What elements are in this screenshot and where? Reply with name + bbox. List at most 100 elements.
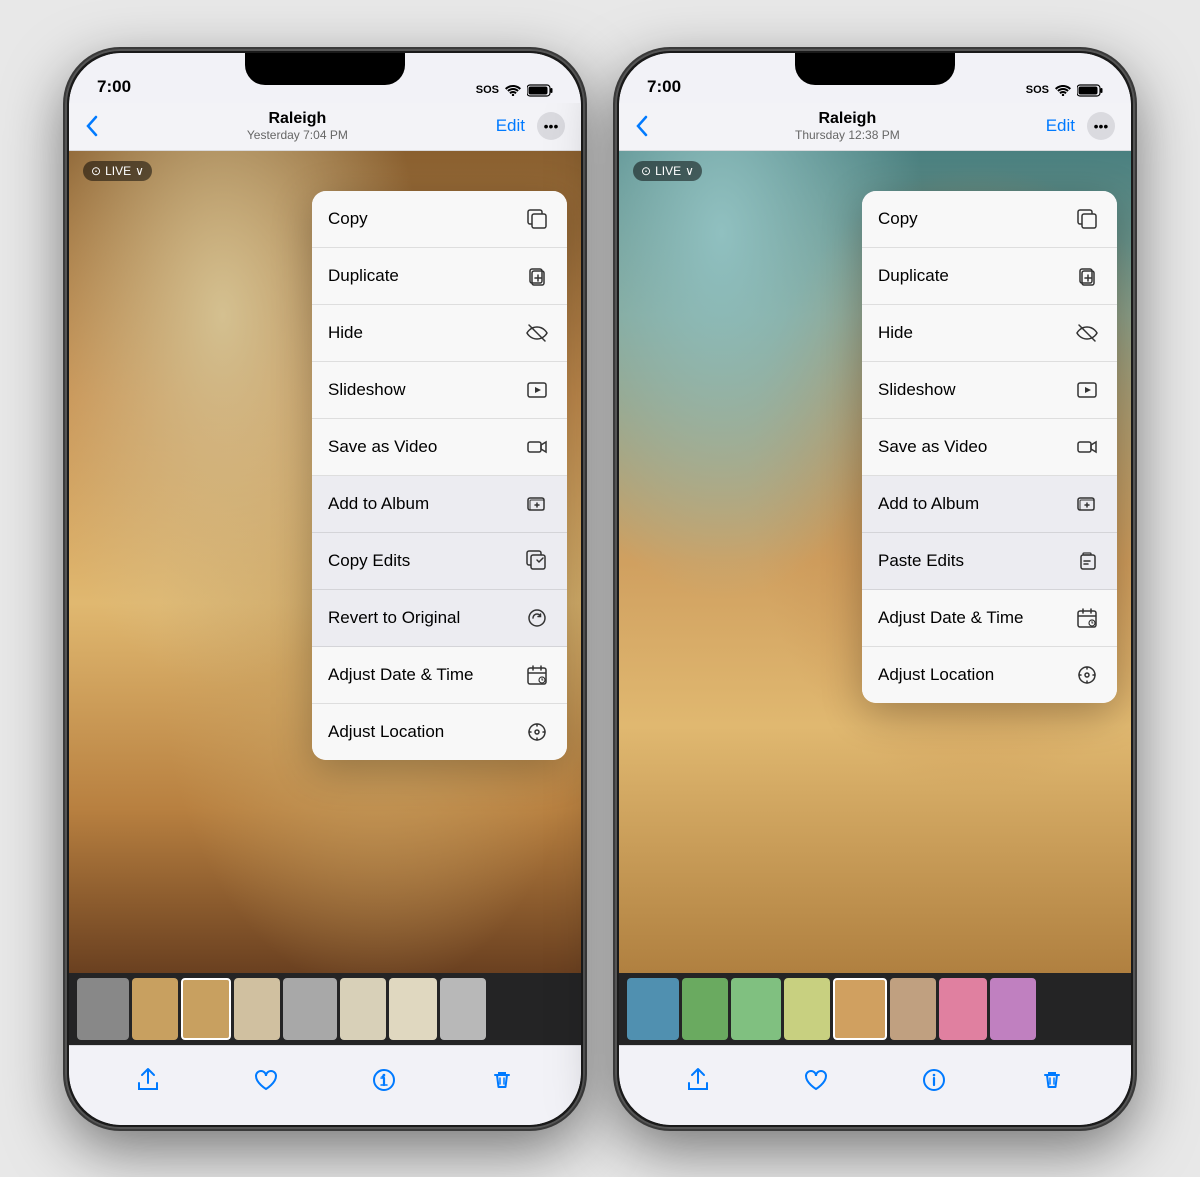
menu-item-pasteedits-2[interactable]: Paste Edits [862, 533, 1117, 590]
menu-item-copy-2[interactable]: Copy [862, 191, 1117, 248]
share-button-1[interactable] [126, 1058, 170, 1102]
delete-button-2[interactable] [1030, 1058, 1074, 1102]
right-thumb-1[interactable] [627, 978, 679, 1040]
info-button-2[interactable] [912, 1058, 956, 1102]
copy-icon-2 [1073, 205, 1101, 233]
menu-label-duplicate-1: Duplicate [328, 266, 399, 286]
slideshow-icon-1 [523, 376, 551, 404]
nav-bar-1: Raleigh Yesterday 7:04 PM Edit ••• [69, 103, 581, 151]
menu-item-hide-1[interactable]: Hide [312, 305, 567, 362]
copy-icon-1 [523, 205, 551, 233]
nav-more-button-2[interactable]: ••• [1087, 112, 1115, 140]
revert-icon-1 [523, 604, 551, 632]
nav-more-button-1[interactable]: ••• [537, 112, 565, 140]
photo-area-2: ⊙ LIVE ∨ Copy Duplicate [619, 151, 1131, 973]
share-button-2[interactable] [676, 1058, 720, 1102]
nav-back-2[interactable] [635, 115, 649, 137]
thumb-3-selected[interactable] [181, 978, 231, 1040]
menu-label-hide-2: Hide [878, 323, 913, 343]
thumb-8[interactable] [440, 978, 486, 1040]
album-icon-1 [523, 490, 551, 518]
menu-label-location-1: Adjust Location [328, 722, 444, 742]
favorite-button-1[interactable] [244, 1058, 288, 1102]
hide-icon-2 [1073, 319, 1101, 347]
pasteedits-icon-2 [1073, 547, 1101, 575]
menu-item-copy-1[interactable]: Copy [312, 191, 567, 248]
live-label-2: LIVE [655, 164, 681, 178]
nav-bar-2: Raleigh Thursday 12:38 PM Edit ••• [619, 103, 1131, 151]
menu-item-revert-1[interactable]: Revert to Original [312, 590, 567, 647]
menu-item-savevideo-2[interactable]: Save as Video [862, 419, 1117, 476]
menu-label-copy-2: Copy [878, 209, 918, 229]
menu-item-datetime-1[interactable]: Adjust Date & Time [312, 647, 567, 704]
thumb-6[interactable] [340, 978, 386, 1040]
right-thumb-3[interactable] [731, 978, 781, 1040]
nav-subtitle-2: Thursday 12:38 PM [795, 128, 900, 142]
notch-2 [795, 53, 955, 85]
right-thumb-8[interactable] [990, 978, 1036, 1040]
right-thumb-5-selected[interactable] [833, 978, 887, 1040]
menu-item-hide-2[interactable]: Hide [862, 305, 1117, 362]
menu-label-savevideo-1: Save as Video [328, 437, 437, 457]
live-badge-2[interactable]: ⊙ LIVE ∨ [633, 161, 702, 181]
menu-label-revert-1: Revert to Original [328, 608, 460, 628]
menu-item-copyedits-1[interactable]: Copy Edits [312, 533, 567, 590]
thumb-5[interactable] [283, 978, 337, 1040]
menu-item-location-2[interactable]: Adjust Location [862, 647, 1117, 703]
video-icon-2 [1073, 433, 1101, 461]
menu-item-duplicate-1[interactable]: Duplicate [312, 248, 567, 305]
info-button-1[interactable]: ✦ [362, 1058, 406, 1102]
hide-icon-1 [523, 319, 551, 347]
notch [245, 53, 405, 85]
nav-subtitle-1: Yesterday 7:04 PM [247, 128, 348, 142]
phone-1: 7:00 SOS [65, 49, 585, 1129]
back-chevron-icon-1 [85, 115, 99, 137]
favorite-button-2[interactable] [794, 1058, 838, 1102]
right-thumb-2[interactable] [682, 978, 728, 1040]
menu-item-addalbum-2[interactable]: Add to Album [862, 476, 1117, 533]
nav-center-2: Raleigh Thursday 12:38 PM [795, 110, 900, 142]
menu-label-addalbum-1: Add to Album [328, 494, 429, 514]
photo-area-1: ⊙ LIVE ∨ Copy Duplicate [69, 151, 581, 973]
menu-label-duplicate-2: Duplicate [878, 266, 949, 286]
menu-label-savevideo-2: Save as Video [878, 437, 987, 457]
menu-item-duplicate-2[interactable]: Duplicate [862, 248, 1117, 305]
nav-back-1[interactable] [85, 115, 99, 137]
menu-item-location-1[interactable]: Adjust Location [312, 704, 567, 760]
right-thumb-6[interactable] [890, 978, 936, 1040]
thumb-2[interactable] [132, 978, 178, 1040]
duplicate-icon-2 [1073, 262, 1101, 290]
context-menu-1: Copy Duplicate Hide [312, 191, 567, 760]
live-chevron-1: ∨ [135, 164, 144, 178]
video-icon-1 [523, 433, 551, 461]
bottom-toolbar-2 [619, 1045, 1131, 1125]
status-icons-1: SOS [476, 84, 553, 97]
duplicate-icon-1 [523, 262, 551, 290]
menu-item-slideshow-1[interactable]: Slideshow [312, 362, 567, 419]
thumb-7[interactable] [389, 978, 437, 1040]
menu-item-datetime-2[interactable]: Adjust Date & Time [862, 590, 1117, 647]
thumb-4[interactable] [234, 978, 280, 1040]
menu-label-slideshow-1: Slideshow [328, 380, 406, 400]
nav-edit-1[interactable]: Edit [496, 116, 525, 136]
menu-item-savevideo-1[interactable]: Save as Video [312, 419, 567, 476]
status-icons-2: SOS [1026, 84, 1103, 97]
nav-edit-2[interactable]: Edit [1046, 116, 1075, 136]
right-thumb-7[interactable] [939, 978, 987, 1040]
live-badge-1[interactable]: ⊙ LIVE ∨ [83, 161, 152, 181]
menu-label-pasteedits-2: Paste Edits [878, 551, 964, 571]
live-chevron-2: ∨ [685, 164, 694, 178]
menu-item-addalbum-1[interactable]: Add to Album [312, 476, 567, 533]
copyedits-icon-1 [523, 547, 551, 575]
menu-item-slideshow-2[interactable]: Slideshow [862, 362, 1117, 419]
live-label-1: LIVE [105, 164, 131, 178]
battery-icon-2 [1077, 84, 1103, 97]
status-time-2: 7:00 [647, 77, 681, 97]
battery-icon-1 [527, 84, 553, 97]
wifi-icon-2 [1055, 84, 1071, 96]
slideshow-icon-2 [1073, 376, 1101, 404]
right-thumb-4[interactable] [784, 978, 830, 1040]
thumb-1[interactable] [77, 978, 129, 1040]
menu-label-hide-1: Hide [328, 323, 363, 343]
delete-button-1[interactable] [480, 1058, 524, 1102]
